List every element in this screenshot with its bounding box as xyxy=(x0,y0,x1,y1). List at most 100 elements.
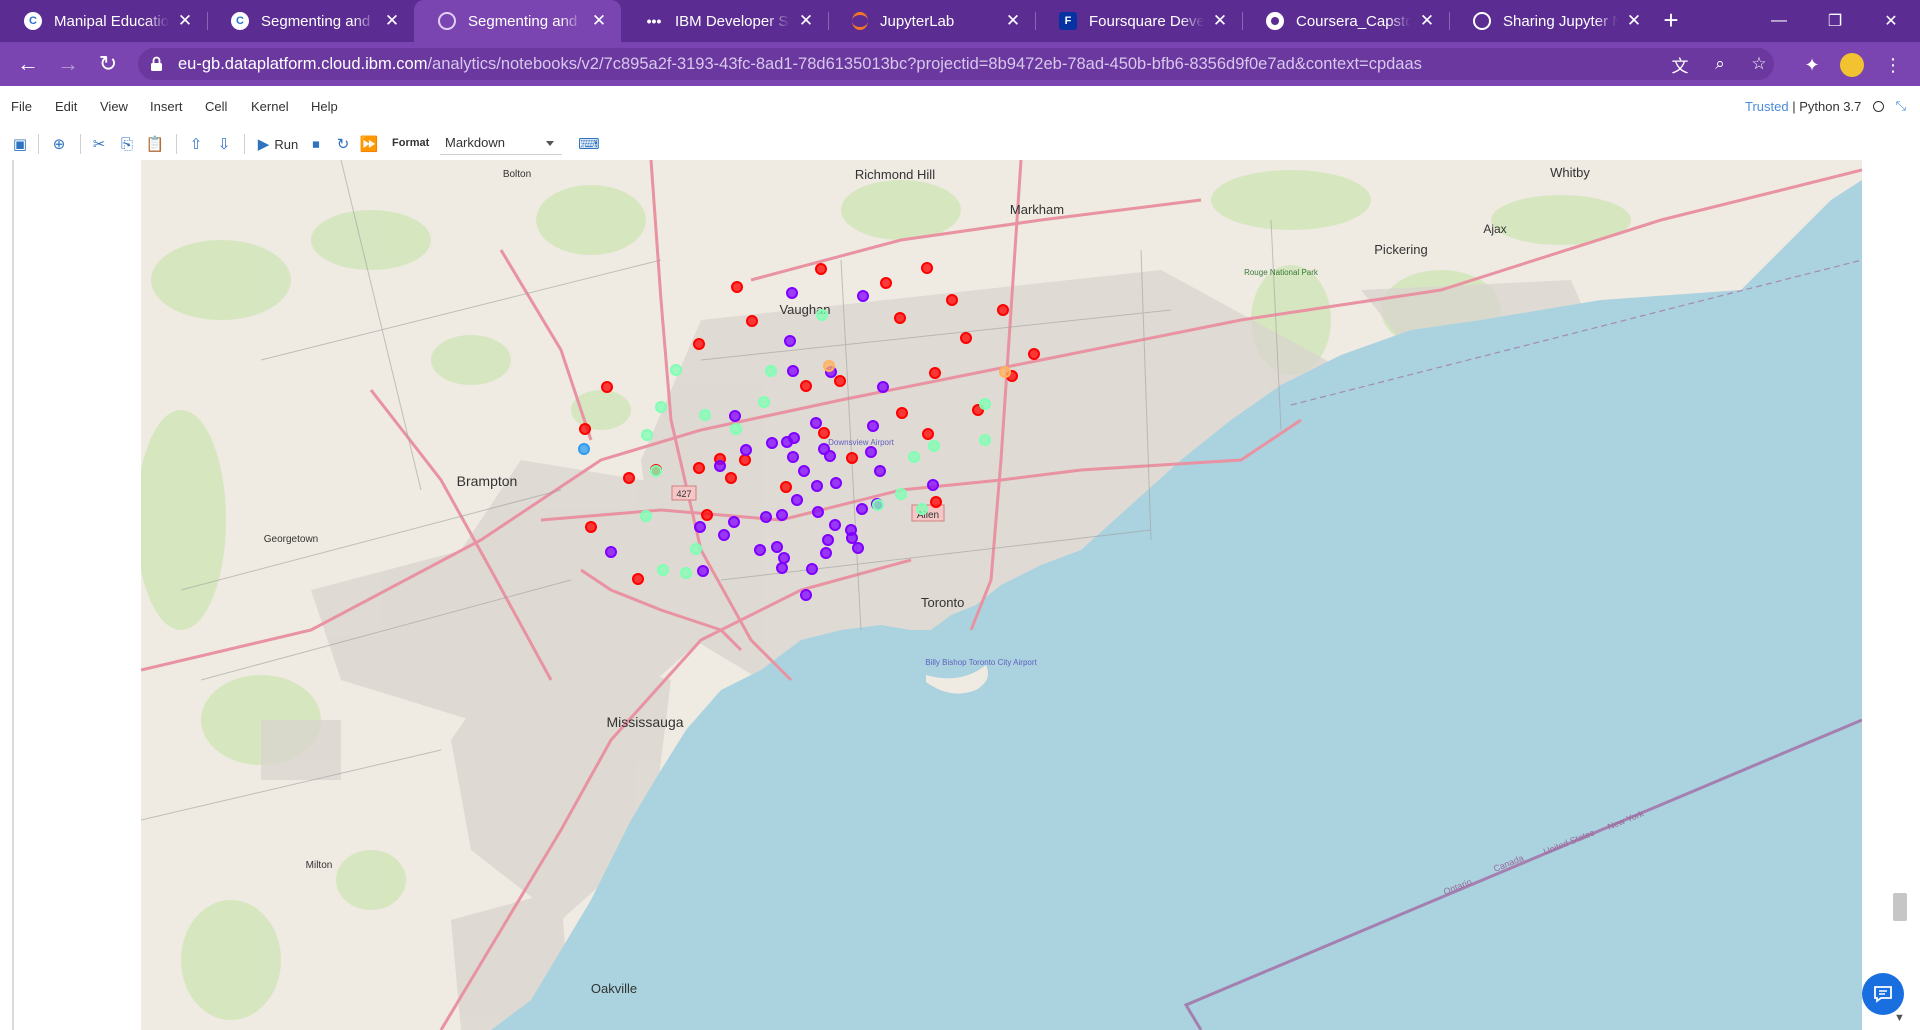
marker-purple-13[interactable] xyxy=(781,436,793,448)
marker-purple-16[interactable] xyxy=(811,480,823,492)
marker-red-12[interactable] xyxy=(929,367,941,379)
marker-red-9[interactable] xyxy=(800,380,812,392)
scroll-down-arrow[interactable]: ▼ xyxy=(1894,1012,1905,1024)
marker-green-0[interactable] xyxy=(816,309,828,321)
browser-menu-icon[interactable]: ⋮ xyxy=(1880,52,1906,78)
marker-purple-8[interactable] xyxy=(867,420,879,432)
tab-manipal[interactable]: C Manipal Education ✕ xyxy=(0,0,207,42)
marker-red-3[interactable] xyxy=(921,262,933,274)
tab-github[interactable]: Coursera_Capstone ✕ xyxy=(1242,0,1449,42)
marker-red-2[interactable] xyxy=(880,277,892,289)
marker-purple-5[interactable] xyxy=(877,381,889,393)
close-tab-icon[interactable]: ✕ xyxy=(589,11,609,31)
marker-green-19[interactable] xyxy=(916,503,928,515)
minimize-window-button[interactable]: — xyxy=(1751,0,1807,42)
marker-purple-7[interactable] xyxy=(810,417,822,429)
close-tab-icon[interactable]: ✕ xyxy=(382,11,402,31)
cut-icon[interactable]: ✂ xyxy=(88,134,110,154)
marker-red-27[interactable] xyxy=(623,472,635,484)
marker-purple-18[interactable] xyxy=(824,450,836,462)
marker-purple-0[interactable] xyxy=(786,287,798,299)
zoom-icon[interactable]: ⌕ xyxy=(1708,52,1732,76)
marker-green-6[interactable] xyxy=(758,396,770,408)
lock-icon[interactable] xyxy=(150,56,163,72)
marker-green-15[interactable] xyxy=(928,440,940,452)
marker-purple-43[interactable] xyxy=(776,562,788,574)
marker-red-15[interactable] xyxy=(601,381,613,393)
address-bar[interactable]: eu-gb.dataplatform.cloud.ibm.com/analyti… xyxy=(138,48,1774,80)
run-all-icon[interactable]: ⏩ xyxy=(358,134,380,154)
close-tab-icon[interactable]: ✕ xyxy=(796,11,816,31)
marker-green-9[interactable] xyxy=(640,510,652,522)
marker-red-21[interactable] xyxy=(818,427,830,439)
marker-red-32[interactable] xyxy=(632,573,644,585)
tab-foursquare[interactable]: F Foursquare Developers ✕ xyxy=(1035,0,1242,42)
marker-red-10[interactable] xyxy=(1028,348,1040,360)
marker-purple-26[interactable] xyxy=(812,506,824,518)
marker-purple-25[interactable] xyxy=(856,503,868,515)
marker-green-5[interactable] xyxy=(699,409,711,421)
menu-file[interactable]: File xyxy=(11,99,32,114)
restore-window-button[interactable]: ❐ xyxy=(1807,0,1863,42)
marker-red-14[interactable] xyxy=(834,375,846,387)
marker-red-31[interactable] xyxy=(701,509,713,521)
marker-green-4[interactable] xyxy=(641,429,653,441)
marker-orange-1[interactable] xyxy=(999,366,1011,378)
tab-ibm-skills[interactable]: ••• IBM Developer Skills ✕ xyxy=(621,0,828,42)
marker-green-17[interactable] xyxy=(979,398,991,410)
restart-icon[interactable]: ↻ xyxy=(332,134,354,154)
menu-insert[interactable]: Insert xyxy=(150,99,183,114)
folium-map[interactable]: Richmond Hill Markham Vaughan Bolton Whi… xyxy=(141,160,1862,1030)
marker-purple-38[interactable] xyxy=(694,521,706,533)
keyboard-shortcuts-icon[interactable]: ⌨ xyxy=(577,134,601,154)
marker-red-19[interactable] xyxy=(896,407,908,419)
marker-purple-20[interactable] xyxy=(798,465,810,477)
close-tab-icon[interactable]: ✕ xyxy=(1624,11,1644,31)
marker-purple-32[interactable] xyxy=(822,534,834,546)
marker-green-10[interactable] xyxy=(690,543,702,555)
close-tab-icon[interactable]: ✕ xyxy=(1417,11,1437,31)
marker-red-11[interactable] xyxy=(960,332,972,344)
marker-red-7[interactable] xyxy=(746,315,758,327)
forward-button[interactable]: → xyxy=(54,50,82,78)
collapse-header-icon[interactable]: ⤡ xyxy=(1896,98,1906,114)
marker-purple-31[interactable] xyxy=(754,544,766,556)
marker-purple-44[interactable] xyxy=(806,563,818,575)
marker-red-16[interactable] xyxy=(579,423,591,435)
marker-red-18[interactable] xyxy=(780,481,792,493)
marker-green-12[interactable] xyxy=(680,567,692,579)
marker-green-7[interactable] xyxy=(730,423,742,435)
insert-cell-icon[interactable]: ⊕ xyxy=(48,134,70,154)
marker-purple-14[interactable] xyxy=(787,451,799,463)
marker-green-18[interactable] xyxy=(895,488,907,500)
marker-red-29[interactable] xyxy=(725,472,737,484)
marker-green-3[interactable] xyxy=(655,401,667,413)
marker-purple-2[interactable] xyxy=(784,335,796,347)
close-tab-icon[interactable]: ✕ xyxy=(175,11,195,31)
marker-purple-36[interactable] xyxy=(820,547,832,559)
marker-blue-0[interactable] xyxy=(578,443,590,455)
marker-purple-42[interactable] xyxy=(697,565,709,577)
marker-red-4[interactable] xyxy=(946,294,958,306)
menu-view[interactable]: View xyxy=(100,99,128,114)
move-down-icon[interactable]: ⇩ xyxy=(213,134,235,154)
marker-purple-39[interactable] xyxy=(718,529,730,541)
marker-purple-3[interactable] xyxy=(787,365,799,377)
marker-purple-10[interactable] xyxy=(714,460,726,472)
marker-purple-12[interactable] xyxy=(766,437,778,449)
marker-red-24[interactable] xyxy=(930,496,942,508)
extensions-puzzle-icon[interactable]: ✦ xyxy=(1799,52,1825,78)
marker-purple-28[interactable] xyxy=(760,511,772,523)
close-window-button[interactable]: ✕ xyxy=(1863,0,1919,42)
save-icon[interactable]: ▣ xyxy=(10,134,30,154)
close-tab-icon[interactable]: ✕ xyxy=(1003,11,1023,31)
marker-purple-24[interactable] xyxy=(791,494,803,506)
marker-purple-21[interactable] xyxy=(874,465,886,477)
marker-green-14[interactable] xyxy=(908,451,920,463)
marker-red-6[interactable] xyxy=(997,304,1009,316)
tab-jupyterlab[interactable]: JupyterLab ✕ xyxy=(828,0,1035,42)
menu-help[interactable]: Help xyxy=(311,99,338,114)
marker-red-28[interactable] xyxy=(585,521,597,533)
marker-green-16[interactable] xyxy=(979,434,991,446)
stop-icon[interactable]: ⏹ xyxy=(305,134,327,154)
